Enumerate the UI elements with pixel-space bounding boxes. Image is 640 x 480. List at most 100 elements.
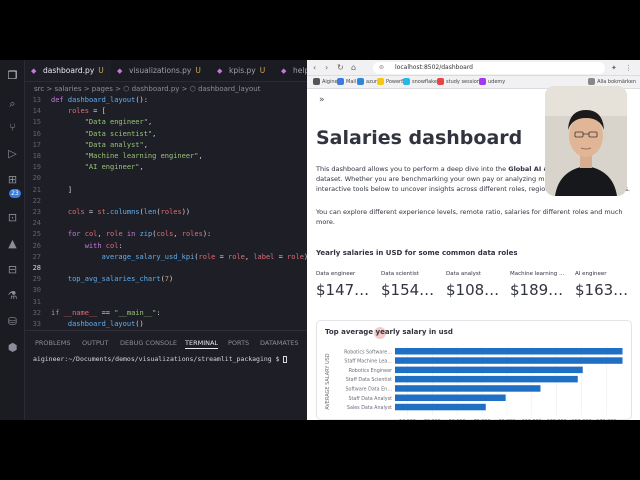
terminal-prompt: aigineer:~/Documents/demos/visualization… (33, 355, 284, 363)
code-text: "Data scientist", (84, 129, 157, 138)
tab-terminal[interactable]: TERMINAL (185, 337, 219, 349)
breadcrumb[interactable]: src > salaries > pages > ⬡ dashboard.py … (25, 83, 307, 95)
code-line[interactable]: 17 "Data analyst", (25, 140, 307, 151)
bookmark-item[interactable]: snowflake (403, 78, 437, 87)
x-tick-label: 130,000 (547, 419, 567, 420)
tab-helpers[interactable]: ◆helpe (275, 60, 307, 81)
code-line[interactable]: 22 (25, 196, 307, 207)
line-number: 16 (32, 129, 41, 138)
source-control-icon[interactable]: ⑂ (5, 120, 20, 135)
remote-icon[interactable]: ⊡ (5, 210, 20, 225)
code-line[interactable]: 15 "Data engineer", (25, 117, 307, 128)
bookmark-favicon-icon (337, 78, 344, 85)
reload-icon[interactable]: ↻ (337, 62, 344, 74)
explore-paragraph: You can explore different experience lev… (316, 208, 623, 226)
docker-icon[interactable]: ⛁ (5, 314, 20, 329)
browser-toolbar: ‹ › ↻ ⌂ ⊜ localhost:8502/dashboard ✦ ⋮ (307, 60, 640, 76)
notification-badge: 23 (9, 189, 21, 198)
tab-datamates[interactable]: DATAMATES (260, 337, 299, 349)
tab-problems[interactable]: PROBLEMS (35, 337, 70, 349)
bookmark-label: Mail (346, 79, 357, 85)
code-line[interactable]: 14 roles = [ (25, 106, 307, 117)
search-icon[interactable]: ⌕ (5, 96, 20, 111)
testing-icon[interactable]: ⚗ (5, 288, 20, 303)
python-file-icon: ◆ (31, 67, 37, 75)
tab-kpis[interactable]: ◆ kpis.py U (211, 60, 275, 81)
bookmark-label: study session (446, 79, 480, 85)
tab-ports[interactable]: PORTS (228, 337, 249, 349)
y-tick-label: Staff Data Scientist (346, 377, 392, 383)
bar[interactable] (395, 375, 578, 383)
run-debug-icon[interactable]: ▷ (5, 146, 20, 161)
code-line[interactable]: 26 with col: (25, 241, 307, 252)
bottom-panel: PROBLEMS OUTPUT DEBUG CONSOLE TERMINAL P… (25, 330, 307, 420)
terminal[interactable]: aigineer:~/Documents/demos/visualization… (33, 355, 288, 363)
expand-sidebar-icon[interactable]: » (319, 95, 325, 105)
code-line[interactable]: 30 (25, 285, 307, 296)
tab-dashboard[interactable]: ◆ dashboard.py U (25, 60, 111, 81)
forward-icon[interactable]: › (325, 62, 328, 74)
code-line[interactable]: 20 (25, 173, 307, 184)
python-file-icon: ◆ (281, 67, 287, 75)
line-number: 19 (32, 163, 41, 172)
code-text: top_avg_salaries_chart(7) (67, 275, 174, 284)
code-line[interactable]: 24 (25, 218, 307, 229)
line-number: 26 (32, 241, 41, 250)
y-tick-label: Staff Data Analyst (349, 396, 393, 402)
python-icon[interactable]: ⬢ (5, 340, 20, 355)
screen: ❐ ⌕ ⑂ ▷ ⊞ 23 ⊡ ▲ ⊟ ⚗ ⛁ ⬢ ◆ dashboard.py U … (0, 60, 640, 420)
bar[interactable] (395, 385, 541, 392)
menu-icon[interactable]: ⋮ (625, 62, 632, 74)
extensions-puzzle-icon[interactable]: ✦ (611, 62, 617, 74)
code-line[interactable]: 27 average_salary_usd_kpi(role = role, l… (25, 252, 309, 263)
tab-output[interactable]: OUTPUT (82, 337, 109, 349)
code-line[interactable]: 21 ] (25, 185, 307, 196)
bookmark-item[interactable]: study session (437, 78, 480, 87)
code-line[interactable]: 28 (25, 263, 307, 274)
bookmark-favicon-icon (313, 78, 320, 85)
code-line[interactable]: 23 cols = st.columns(len(roles)) (25, 207, 307, 218)
bookmark-favicon-icon (357, 78, 364, 85)
code-text: roles = [ (67, 107, 106, 116)
tab-visualizations[interactable]: ◆ visualizations.py U (111, 60, 211, 81)
site-info-icon[interactable]: ⊜ (379, 62, 384, 74)
presenter-photo (545, 86, 627, 196)
y-tick-label: Software Data En… (345, 387, 392, 393)
x-tick-label: 90,000 (498, 419, 515, 420)
code-line[interactable]: 29 top_avg_salaries_chart(7) (25, 274, 307, 285)
code-line[interactable]: 32 if __name__ == "__main__": (25, 308, 307, 319)
bar[interactable] (395, 357, 623, 364)
explorer-icon[interactable]: ❐ (5, 68, 20, 83)
y-tick-label: Staff Machine Lea… (344, 359, 392, 365)
code-text: "Data engineer", (84, 118, 153, 127)
code-line[interactable]: 16 "Data scientist", (25, 129, 307, 140)
code-line[interactable]: 33 dashboard_layout() (25, 319, 307, 330)
database-icon[interactable]: ⊟ (5, 262, 20, 277)
line-number: 32 (32, 308, 41, 317)
code-line[interactable]: 18 "Machine learning engineer", (25, 151, 307, 162)
extensions-icon[interactable]: ⊞ (5, 172, 20, 187)
chart-card: 10,000 30,000 50,000 70,000 90,000 110,000 130… (316, 320, 632, 420)
bookmark-item[interactable]: Mail (337, 78, 356, 87)
bookmark-item[interactable]: PowerBI (377, 78, 406, 87)
bookmark-item[interactable]: udemy (479, 78, 505, 87)
code-text: if __name__ == "__main__": (51, 308, 161, 317)
back-icon[interactable]: ‹ (313, 62, 316, 74)
azure-icon[interactable]: ▲ (5, 236, 20, 251)
y-axis-label: AVERAGE SALARY USD (325, 353, 331, 410)
bar[interactable] (395, 348, 623, 355)
bar[interactable] (395, 366, 583, 374)
kpi-data-scientist: Data scientist $154… (381, 271, 435, 299)
bar[interactable] (395, 394, 506, 402)
kpi-ml-engineer: Machine learning … $189… (510, 271, 565, 299)
line-number: 15 (32, 118, 41, 127)
tab-debug-console[interactable]: DEBUG CONSOLE (120, 337, 177, 349)
bar[interactable] (395, 403, 486, 411)
code-line[interactable]: 19 "AI engineer", (25, 162, 307, 173)
code-line[interactable]: 25 for col, role in zip(cols, roles): (25, 229, 307, 240)
line-number: 28 (32, 264, 41, 272)
code-line[interactable]: 31 (25, 297, 307, 308)
home-icon[interactable]: ⌂ (351, 62, 356, 74)
address-bar[interactable]: ⊜ localhost:8502/dashboard (373, 62, 605, 74)
code-line[interactable]: 13 def dashboard_layout(): (25, 95, 307, 106)
